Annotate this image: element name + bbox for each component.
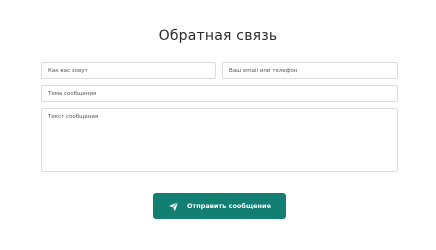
name-input[interactable]	[41, 62, 216, 79]
subject-input[interactable]	[41, 85, 398, 102]
paper-plane-icon	[168, 201, 179, 212]
send-button-label: Отправить сообщение	[186, 202, 271, 210]
message-textarea[interactable]	[41, 108, 398, 172]
feedback-form: Обратная связь Отправить сообщение	[0, 0, 436, 250]
send-message-button[interactable]: Отправить сообщение	[153, 193, 286, 219]
form-title: Обратная связь	[158, 28, 278, 44]
contact-input[interactable]	[222, 62, 398, 79]
